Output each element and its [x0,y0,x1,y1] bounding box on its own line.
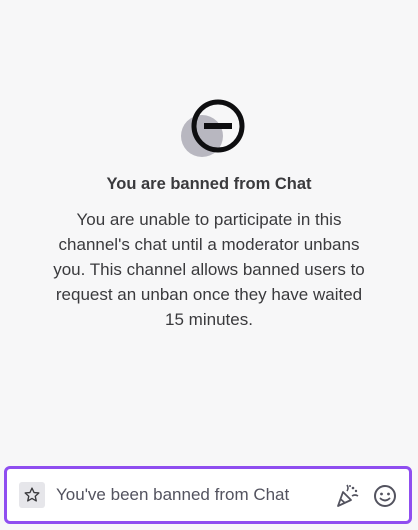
ban-circle-icon [180,96,248,160]
star-icon [24,487,40,502]
star-button[interactable] [19,482,45,508]
emote-button[interactable] [371,482,399,510]
chat-input-box[interactable]: You've been banned from Chat [4,466,412,524]
party-popper-icon [337,484,359,507]
ban-message: You are unable to participate in this ch… [53,210,365,329]
banned-notice-panel: You are banned from Chat You are unable … [0,0,418,460]
chat-input[interactable]: You've been banned from Chat [56,481,326,509]
ban-title: You are banned from Chat [106,175,312,193]
smiley-face-icon [374,485,396,507]
cheer-button[interactable] [333,482,361,510]
